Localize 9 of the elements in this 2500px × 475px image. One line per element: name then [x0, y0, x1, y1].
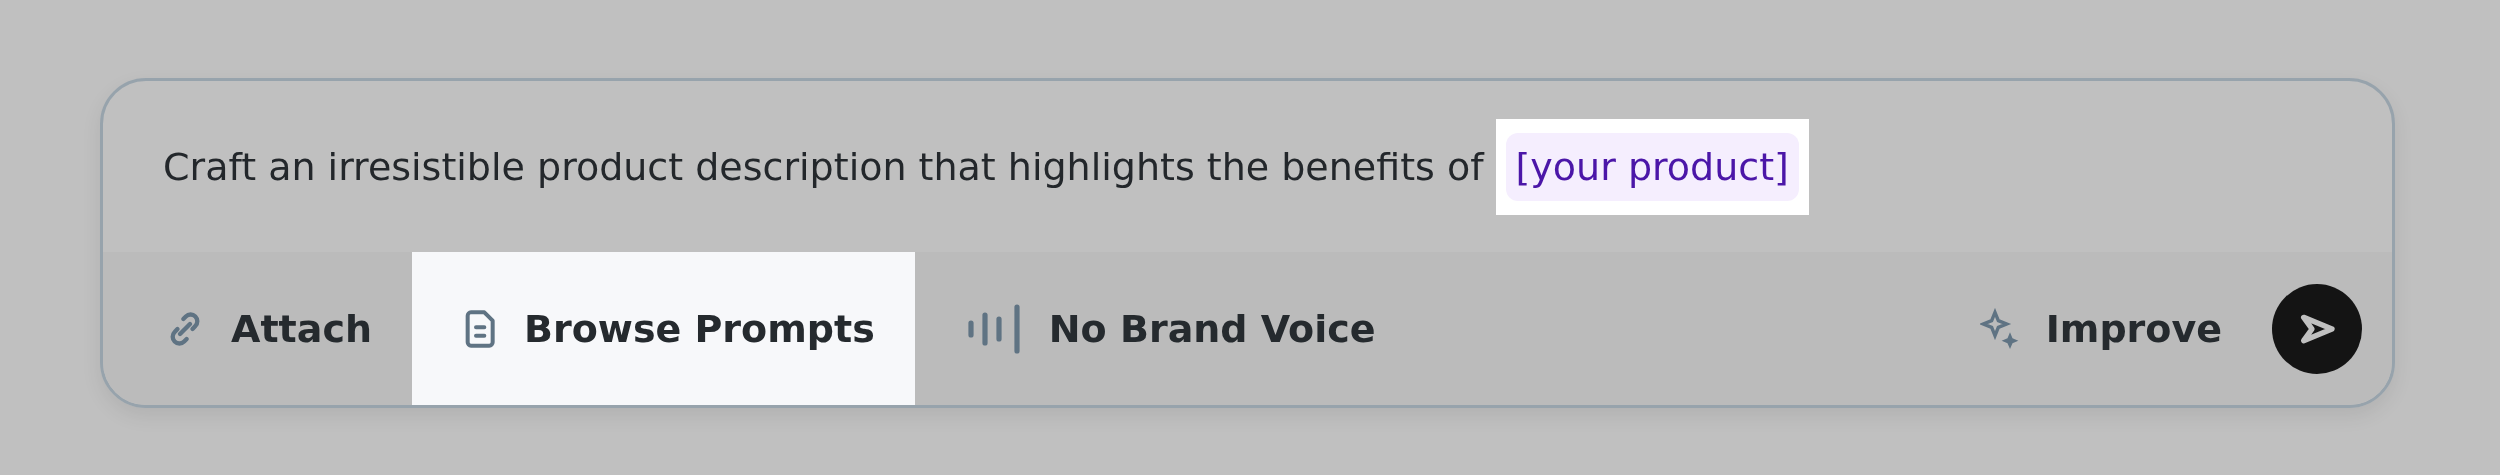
toolbar-button[interactable]: Attach [113, 252, 412, 405]
toolbar-button[interactable]: No Brand Voice [914, 252, 1416, 405]
placeholder-chip[interactable]: [your product] [1505, 132, 1799, 201]
sound-bars-icon [966, 302, 1023, 355]
improve-button[interactable]: Improve [1927, 252, 2262, 405]
toolbar-button[interactable]: Browse Prompts [411, 252, 915, 405]
document-icon [463, 308, 498, 349]
sparkle-icon [1979, 307, 2020, 350]
prompt-text: Craft an irresistible product description that highlights the benefits of [163, 144, 1484, 189]
